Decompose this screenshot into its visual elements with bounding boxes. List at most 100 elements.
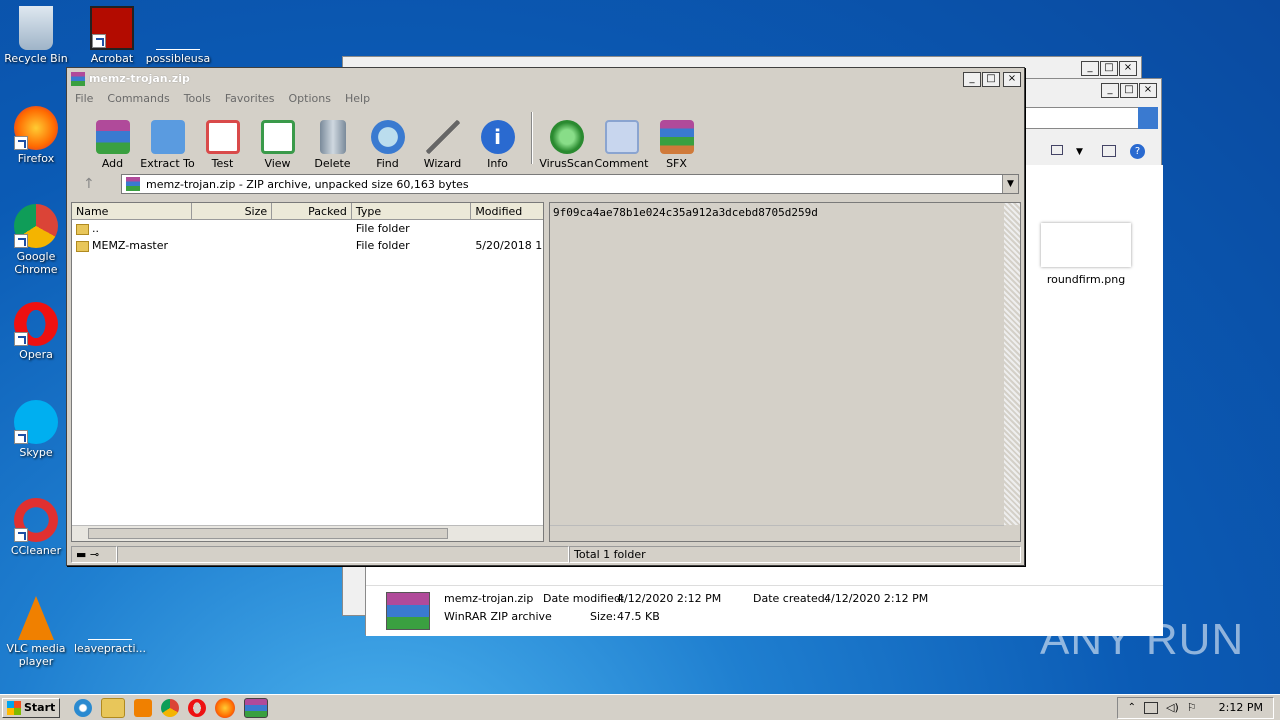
- menu-help[interactable]: Help: [345, 92, 370, 105]
- column-size[interactable]: Size: [192, 203, 273, 219]
- horizontal-scrollbar[interactable]: [550, 525, 1004, 541]
- firefox-taskbar-icon[interactable]: [215, 697, 236, 718]
- details-created: 4/12/2020 2:12 PM: [824, 592, 929, 605]
- column-type[interactable]: Type: [352, 203, 472, 219]
- chrome-taskbar-icon[interactable]: [161, 698, 180, 717]
- ie-icon[interactable]: [74, 698, 93, 717]
- wizard-button[interactable]: Wizard: [415, 120, 470, 170]
- desktop-icon-chrome[interactable]: Google Chrome: [0, 204, 72, 276]
- trash-icon: [319, 120, 346, 154]
- file-icon: [156, 6, 200, 50]
- minimize-button[interactable]: _: [1101, 83, 1119, 98]
- winrar-taskbar-icon[interactable]: [244, 697, 269, 718]
- table-row[interactable]: MEMZ-master File folder 5/20/2018 10: [72, 237, 543, 254]
- delete-button[interactable]: Delete: [305, 120, 360, 170]
- search-input[interactable]: [1016, 107, 1148, 129]
- table-row[interactable]: .. File folder: [72, 220, 543, 237]
- desktop-icon-recycle-bin[interactable]: Recycle Bin: [0, 6, 72, 65]
- menu-bar: File Commands Tools Favorites Options He…: [67, 89, 1024, 108]
- desktop-icon-leavepracti[interactable]: leavepracti...: [74, 596, 146, 655]
- find-button[interactable]: Find: [360, 120, 415, 170]
- comment-pane: 9f09ca4ae78b1e024c35a912a3dcebd8705d259d: [549, 202, 1021, 542]
- view-button[interactable]: View: [250, 120, 305, 170]
- desktop-icon-acrobat[interactable]: Acrobat: [76, 6, 148, 65]
- chevron-down-icon[interactable]: ▼: [1002, 175, 1018, 193]
- view-icon[interactable]: [1051, 145, 1063, 155]
- address-bar[interactable]: memz-trojan.zip - ZIP archive, unpacked …: [121, 174, 1019, 194]
- extract-to-button[interactable]: Extract To: [140, 120, 195, 170]
- minimize-button[interactable]: _: [963, 71, 981, 87]
- maximize-button[interactable]: □: [1120, 83, 1138, 98]
- image-thumbnail[interactable]: [1041, 223, 1131, 267]
- column-modified[interactable]: Modified: [471, 203, 543, 219]
- chevron-up-icon[interactable]: ⌃: [1128, 702, 1136, 713]
- magnifier-icon: [370, 120, 405, 154]
- add-button[interactable]: Add: [85, 120, 140, 170]
- test-button[interactable]: Test: [195, 120, 250, 170]
- menu-favorites[interactable]: Favorites: [225, 92, 275, 105]
- menu-commands[interactable]: Commands: [107, 92, 169, 105]
- address-text: memz-trojan.zip - ZIP archive, unpacked …: [146, 177, 469, 191]
- title-bar[interactable]: memz-trojan.zip _ □ ×: [67, 68, 1024, 89]
- desktop-icon-opera[interactable]: Opera: [0, 302, 72, 361]
- winrar-icon: [71, 71, 85, 86]
- search-icon[interactable]: [1138, 107, 1158, 129]
- virusscan-button[interactable]: VirusScan: [539, 120, 594, 170]
- details-size-label: Size:: [590, 610, 617, 623]
- winrar-window[interactable]: memz-trojan.zip _ □ × File Commands Tools …: [66, 67, 1025, 566]
- opera-icon: [14, 302, 58, 346]
- status-text: Total 1 folder: [569, 546, 1021, 563]
- start-button[interactable]: Start: [2, 697, 61, 718]
- chevron-down-icon[interactable]: ▼: [1076, 147, 1083, 157]
- opera-taskbar-icon[interactable]: [188, 698, 207, 717]
- system-tray: ⌃ ◁) ⚐ 2:12 PM: [1116, 696, 1274, 719]
- desktop-icon-firefox[interactable]: Firefox: [0, 106, 72, 165]
- flag-icon[interactable]: ⚐: [1187, 701, 1197, 714]
- book-icon: [260, 120, 295, 154]
- windows-logo-icon: [7, 700, 21, 715]
- scrollbar-thumb[interactable]: [88, 528, 448, 539]
- status-bar: ▬ ⊸ Total 1 folder: [71, 546, 1021, 563]
- archive-icon: [126, 177, 140, 191]
- help-icon[interactable]: ?: [1130, 144, 1145, 159]
- desktop-icon-skype[interactable]: Skype: [0, 400, 72, 459]
- window-title: memz-trojan.zip: [89, 72, 190, 85]
- media-player-icon[interactable]: [134, 698, 153, 717]
- volume-icon[interactable]: ◁): [1166, 701, 1179, 714]
- minimize-button[interactable]: _: [1081, 61, 1099, 76]
- details-name: memz-trojan.zip: [444, 592, 534, 605]
- close-button[interactable]: ×: [1003, 71, 1021, 87]
- horizontal-scrollbar[interactable]: [72, 525, 543, 541]
- file-thumb-label: roundfirm.png: [1046, 273, 1126, 286]
- menu-file[interactable]: File: [75, 92, 93, 105]
- up-arrow-icon[interactable]: ↑: [83, 176, 95, 192]
- close-button[interactable]: ×: [1119, 61, 1137, 76]
- maximize-button[interactable]: □: [982, 71, 1000, 87]
- sfx-button[interactable]: SFX: [649, 120, 704, 170]
- comment-button[interactable]: Comment: [594, 120, 649, 170]
- details-size: 47.5 KB: [617, 610, 660, 623]
- firefox-icon: [14, 106, 58, 150]
- desktop-icon-possibleusa[interactable]: possibleusa: [142, 6, 214, 65]
- info-button[interactable]: i Info: [470, 120, 525, 170]
- preview-pane-icon[interactable]: [1102, 145, 1116, 157]
- menu-tools[interactable]: Tools: [184, 92, 211, 105]
- vertical-scrollbar[interactable]: [1004, 203, 1020, 525]
- status-left: [117, 546, 569, 563]
- desktop-icon-ccleaner[interactable]: CCleaner: [0, 498, 72, 557]
- explorer-taskbar-icon[interactable]: [101, 697, 126, 718]
- column-name[interactable]: Name: [72, 203, 193, 219]
- recycle-bin-icon: [19, 6, 53, 50]
- desktop-icon-vlc[interactable]: VLC media player: [0, 596, 72, 668]
- folder-icon: [150, 120, 185, 154]
- add-icon: [95, 120, 130, 154]
- menu-options[interactable]: Options: [289, 92, 331, 105]
- toolbar: Add Extract To Test View Delete Find Wiz…: [67, 108, 1024, 170]
- column-packed[interactable]: Packed: [272, 203, 352, 219]
- close-button[interactable]: ×: [1139, 83, 1157, 98]
- network-icon[interactable]: [1144, 701, 1159, 714]
- clock[interactable]: 2:12 PM: [1219, 701, 1263, 714]
- details-modified: 4/12/2020 2:12 PM: [617, 592, 722, 605]
- magic-wand-icon: [425, 120, 460, 154]
- maximize-button[interactable]: □: [1100, 61, 1118, 76]
